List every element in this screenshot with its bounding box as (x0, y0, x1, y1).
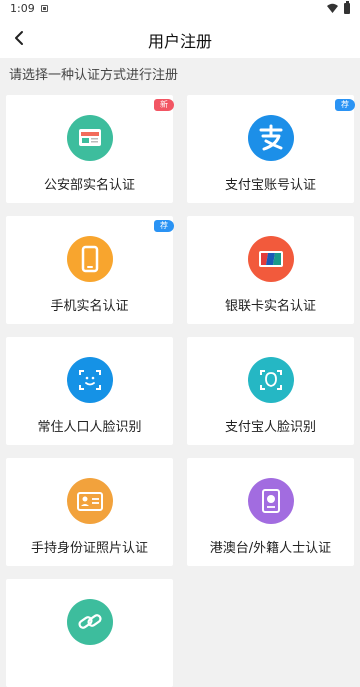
phone-icon (81, 245, 99, 273)
circle-bg (67, 599, 113, 645)
notification-icon (41, 5, 48, 12)
face-outline-icon (260, 370, 282, 390)
recommend-badge: 荐 (154, 220, 174, 232)
id-card-icon (79, 129, 101, 146)
page-title: 用户注册 (147, 32, 212, 51)
circle-bg (248, 357, 294, 403)
circle-bg (248, 115, 294, 161)
face-scan-icon (79, 370, 101, 390)
card-label: 手持身份证照片认证 (30, 541, 148, 556)
foreigner-verification-card[interactable]: 港澳台/外籍人士认证 (187, 458, 354, 566)
card-label: 公安部实名认证 (43, 178, 135, 193)
circle-bg (248, 236, 294, 282)
recommend-badge: 荐 (335, 99, 355, 111)
card-label: 支付宝账号认证 (224, 178, 316, 193)
police-verification-card[interactable]: 新 公安部实名认证 (6, 95, 174, 203)
card-label: 手机实名认证 (50, 299, 129, 314)
status-time: 1:09 (10, 2, 35, 15)
id-photo-icon (77, 492, 103, 511)
link-verification-card[interactable] (6, 579, 173, 687)
status-bar: 1:09 (0, 0, 360, 18)
circle-bg (67, 236, 113, 282)
circle-bg (67, 357, 113, 403)
unionpay-card-icon (259, 251, 283, 267)
handheld-id-photo-card[interactable]: 手持身份证照片认证 (6, 458, 173, 566)
app-header: 用户注册 (0, 18, 360, 58)
link-icon (78, 614, 102, 629)
wifi-icon (327, 3, 338, 13)
circle-bg (248, 478, 294, 524)
card-label: 常住人口人脸识别 (37, 420, 142, 435)
circle-bg (67, 115, 113, 161)
alipay-icon (259, 124, 283, 151)
resident-face-card[interactable]: 常住人口人脸识别 (6, 337, 173, 445)
card-label: 支付宝人脸识别 (224, 420, 316, 435)
alipay-face-card[interactable]: 支付宝人脸识别 (187, 337, 354, 445)
battery-icon (344, 1, 350, 14)
card-label: 港澳台/外籍人士认证 (209, 541, 332, 556)
card-label: 银联卡实名认证 (224, 299, 316, 314)
circle-bg (67, 478, 113, 524)
passport-icon (262, 489, 280, 513)
unionpay-card-card[interactable]: 银联卡实名认证 (187, 216, 354, 324)
alipay-account-card[interactable]: 荐 支付宝账号认证 (187, 95, 355, 203)
instruction-text: 请选择一种认证方式进行注册 (9, 68, 179, 83)
new-badge: 新 (154, 99, 174, 111)
phone-verification-card[interactable]: 荐 手机实名认证 (6, 216, 174, 324)
